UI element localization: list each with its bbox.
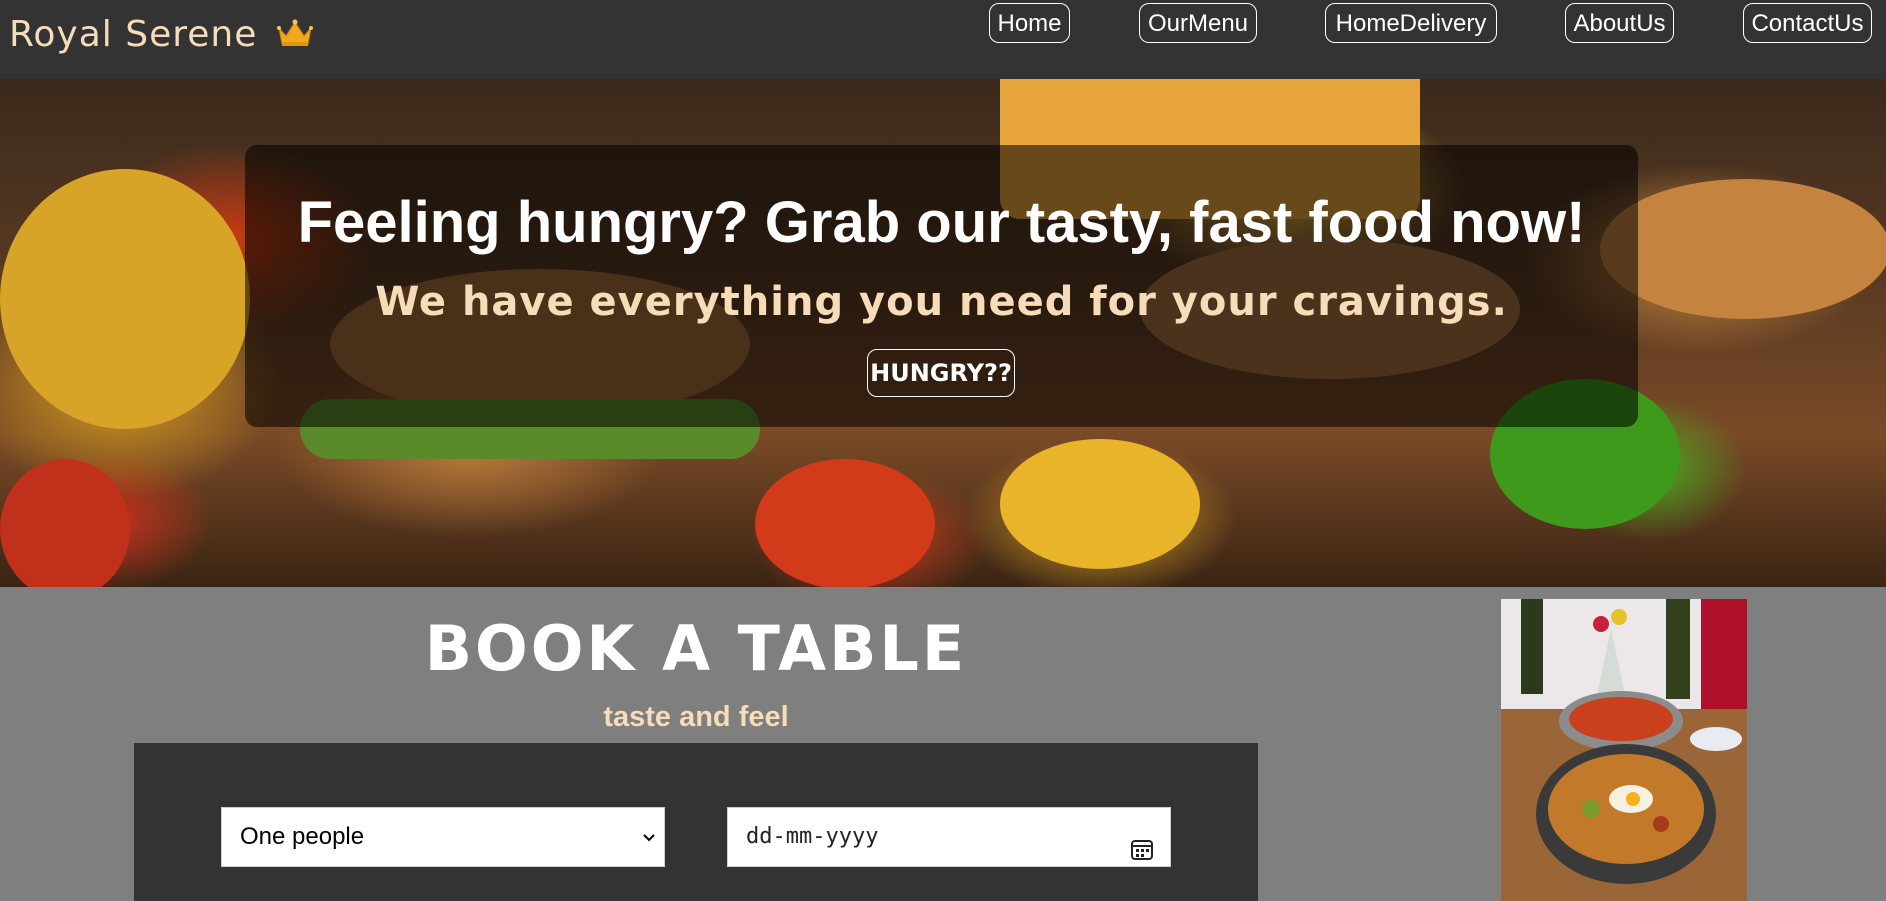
navbar: Royal Serene Home OurMenu HomeDelivery A… xyxy=(0,0,1886,79)
pepper-shape xyxy=(1000,439,1200,569)
chevron-down-icon xyxy=(642,808,656,866)
hungry-button[interactable]: HUNGRY?? xyxy=(867,349,1015,397)
hero-banner: Feeling hungry? Grab our tasty, fast foo… xyxy=(0,79,1886,587)
brand-name: Royal Serene xyxy=(9,14,258,55)
book-table-subtitle: taste and feel xyxy=(603,701,789,733)
nav-about-us[interactable]: AboutUs xyxy=(1565,3,1674,43)
tomato-shape xyxy=(0,459,130,587)
hero-subtitle: We have everything you need for your cra… xyxy=(375,279,1508,325)
pepper-shape xyxy=(0,169,250,429)
date-input[interactable]: dd-mm-yyyy xyxy=(727,807,1171,867)
nav-home[interactable]: Home xyxy=(989,3,1070,43)
burger-bun-shape xyxy=(1600,179,1886,319)
nav-our-menu[interactable]: OurMenu xyxy=(1139,3,1257,43)
people-select[interactable]: One people xyxy=(221,807,665,867)
nav-home-delivery[interactable]: HomeDelivery xyxy=(1325,3,1497,43)
people-select-value: One people xyxy=(240,823,365,850)
brand-logo[interactable]: Royal Serene xyxy=(9,14,314,57)
tomato-shape xyxy=(755,459,935,587)
nav-contact-us[interactable]: ContactUs xyxy=(1743,3,1872,43)
date-input-placeholder: dd-mm-yyyy xyxy=(746,824,879,849)
book-table-title: BOOK A TABLE xyxy=(424,612,968,685)
hero-title: Feeling hungry? Grab our tasty, fast foo… xyxy=(297,190,1586,255)
calendar-icon[interactable] xyxy=(1130,826,1154,884)
crown-icon xyxy=(276,16,314,57)
food-photo xyxy=(1501,599,1747,901)
